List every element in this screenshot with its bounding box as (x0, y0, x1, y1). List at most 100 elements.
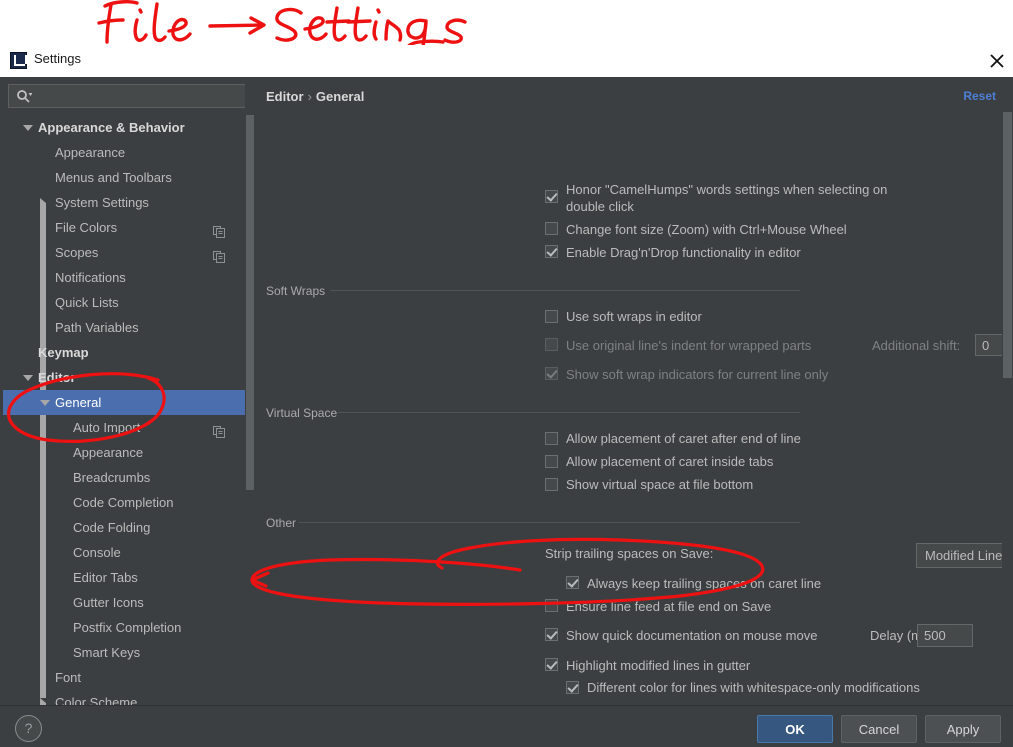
sidebar-item-appearance[interactable]: Appearance (3, 140, 255, 165)
checkbox-use-soft-wraps[interactable] (545, 310, 558, 323)
search-input[interactable] (37, 85, 247, 109)
sidebar-item-label: Font (55, 670, 82, 685)
sidebar-item-label: Notifications (55, 270, 126, 285)
sidebar-item-appearance[interactable]: Appearance (3, 440, 255, 465)
label-ensure-line-feed: Ensure line feed at file end on Save (566, 599, 772, 614)
settings-dialog-body: Appearance & Behavior Appearance Menus and… (0, 77, 1013, 746)
sidebar-item-quick-lists[interactable]: Quick Lists (3, 290, 255, 315)
intellij-idea-icon (10, 52, 27, 69)
sidebar-item-label: Appearance & Behavior (38, 120, 185, 135)
sidebar-item-label: Postfix Completion (73, 620, 182, 635)
group-divider-virtual-space (338, 412, 800, 413)
sidebar-item-code-completion[interactable]: Code Completion (3, 490, 255, 515)
sidebar-item-label: Auto Import (73, 420, 141, 435)
checkbox-ensure-line-feed[interactable] (545, 599, 558, 612)
sidebar-item-smart-keys[interactable]: Smart Keys (3, 640, 255, 665)
label-show-quick-documentation: Show quick documentation on mouse move (566, 628, 818, 643)
delay-ms-input[interactable]: 500 (917, 624, 973, 647)
sidebar-item-label: Smart Keys (73, 645, 141, 660)
sidebar-item-general[interactable]: General (3, 390, 255, 415)
sidebar-item-keymap[interactable]: Keymap (3, 340, 255, 365)
sidebar-item-file-colors[interactable]: File Colors (3, 215, 255, 240)
sidebar-item-label: Path Variables (55, 320, 139, 335)
sidebar-item-console[interactable]: Console (3, 540, 255, 565)
label-change-font-size-zoom: Change font size (Zoom) with Ctrl+Mouse … (566, 222, 847, 237)
checkbox-show-soft-wrap-indicators[interactable] (545, 367, 558, 380)
settings-content-panel: Editor › General Reset Honor "CamelHumps" … (255, 77, 1013, 705)
label-highlight-modified-lines: Highlight modified lines in gutter (566, 658, 751, 673)
sidebar-scrollbar-thumb[interactable] (246, 115, 254, 490)
label-strip-trailing-spaces: Strip trailing spaces on Save: (545, 546, 714, 561)
label-show-soft-wrap-indicators: Show soft wrap indicators for current li… (566, 367, 829, 382)
copy-settings-icon[interactable] (213, 221, 225, 238)
group-divider-soft-wraps (330, 290, 800, 291)
copy-settings-icon[interactable] (213, 246, 225, 263)
chevron-down-icon[interactable] (23, 375, 33, 381)
close-icon[interactable] (986, 50, 1008, 72)
group-title-soft-wraps: Soft Wraps (266, 284, 326, 298)
sidebar-item-code-folding[interactable]: Code Folding (3, 515, 255, 540)
checkbox-caret-after-end-of-line[interactable] (545, 432, 558, 445)
sidebar-item-gutter-icons[interactable]: Gutter Icons (3, 590, 255, 615)
label-honor-camelhumps-line2: double click (566, 199, 634, 214)
label-caret-after-end-of-line: Allow placement of caret after end of li… (566, 431, 801, 446)
label-caret-inside-tabs: Allow placement of caret inside tabs (566, 454, 774, 469)
checkbox-virtual-space-file-bottom[interactable] (545, 478, 558, 491)
sidebar-item-system-settings[interactable]: System Settings (3, 190, 255, 705)
chevron-down-icon[interactable] (40, 400, 50, 406)
label-additional-shift: Additional shift: (872, 338, 961, 353)
settings-options-area: Honor "CamelHumps" words settings when s… (255, 77, 1013, 705)
checkbox-change-font-size-zoom[interactable] (545, 222, 558, 235)
checkbox-different-color-whitespace[interactable] (566, 681, 579, 694)
checkbox-show-quick-documentation[interactable] (545, 628, 558, 641)
strip-trailing-spaces-combo[interactable]: Modified Lines (916, 543, 1013, 568)
sidebar-item-breadcrumbs[interactable]: Breadcrumbs (3, 465, 255, 490)
sidebar-item-label: Quick Lists (55, 295, 119, 310)
sidebar-item-label: General (55, 395, 102, 410)
checkbox-use-original-line-indent[interactable] (545, 338, 558, 351)
sidebar-item-color-scheme[interactable]: Color Scheme (3, 690, 255, 705)
window-title: Settings (34, 51, 81, 66)
sidebar-item-label: Appearance (55, 145, 126, 160)
annotation-band (0, 0, 1013, 56)
checkbox-caret-inside-tabs[interactable] (545, 455, 558, 468)
sidebar-item-scopes[interactable]: Scopes (3, 240, 255, 265)
sidebar-scrollbar-track[interactable] (245, 77, 255, 705)
checkbox-always-keep-trailing-spaces[interactable] (566, 576, 579, 589)
sidebar-item-label: Appearance (73, 445, 144, 460)
sidebar-item-label: Scopes (55, 245, 99, 260)
search-box[interactable] (8, 84, 248, 109)
sidebar-item-appearance-behavior[interactable]: Appearance & Behavior (3, 115, 255, 140)
sidebar-item-menus-and-toolbars[interactable]: Menus and Toolbars (3, 165, 255, 190)
checkbox-highlight-modified-lines[interactable] (545, 658, 558, 671)
sidebar-item-postfix-completion[interactable]: Postfix Completion (3, 615, 255, 640)
sidebar-item-path-variables[interactable]: Path Variables (3, 315, 255, 340)
checkbox-honor-camelhumps[interactable] (545, 190, 558, 203)
content-scrollbar-thumb[interactable] (1003, 112, 1012, 378)
copy-settings-icon[interactable] (213, 421, 225, 438)
sidebar-item-auto-import[interactable]: Auto Import (3, 415, 255, 440)
sidebar-item-label: Breadcrumbs (73, 470, 151, 485)
ok-button[interactable]: OK (757, 715, 833, 743)
help-button[interactable]: ? (15, 715, 42, 742)
checkbox-enable-dragndrop[interactable] (545, 245, 558, 258)
search-icon (16, 89, 33, 103)
sidebar-item-font[interactable]: Font (3, 665, 255, 690)
sidebar-item-editor-tabs[interactable]: Editor Tabs (3, 565, 255, 590)
label-always-keep-trailing-spaces: Always keep trailing spaces on caret lin… (587, 576, 822, 591)
sidebar-item-label: Menus and Toolbars (55, 170, 172, 185)
content-scrollbar-track[interactable] (1002, 77, 1013, 705)
sidebar-item-notifications[interactable]: Notifications (3, 265, 255, 290)
sidebar-item-label: Keymap (38, 345, 89, 360)
sidebar-item-label: Code Completion (73, 495, 174, 510)
chevron-down-icon[interactable] (23, 125, 33, 131)
label-different-color-whitespace: Different color for lines with whitespac… (587, 680, 920, 695)
settings-dialog-screenshot: Settings Appearance & Behavior Appearance… (0, 0, 1013, 747)
cancel-button[interactable]: Cancel (841, 715, 917, 743)
apply-button[interactable]: Apply (925, 715, 1001, 743)
sidebar-item-editor[interactable]: Editor (3, 365, 255, 390)
sidebar-item-label: Console (73, 545, 121, 560)
window-title-bar (0, 45, 1013, 77)
sidebar-item-label: Editor (38, 370, 76, 385)
label-virtual-space-file-bottom: Show virtual space at file bottom (566, 477, 754, 492)
